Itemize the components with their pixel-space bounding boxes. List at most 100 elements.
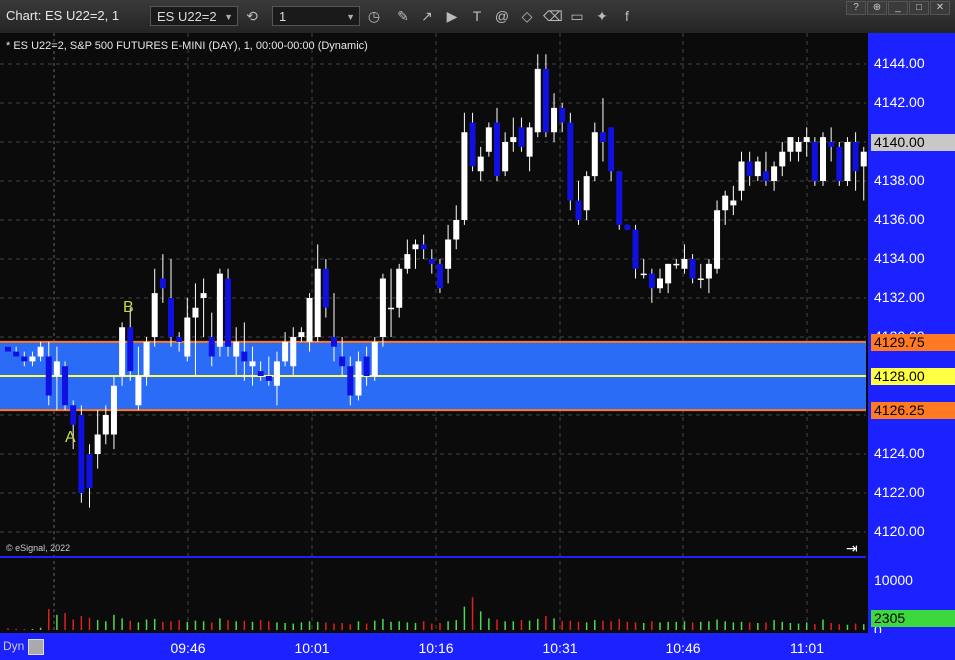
candle-body — [322, 268, 329, 308]
price-tick-label: 4134.00 — [874, 250, 925, 266]
candle-body — [184, 317, 191, 357]
candle-body — [697, 278, 704, 280]
candle-body — [94, 434, 101, 454]
candle-body — [860, 151, 867, 167]
candle-body — [575, 200, 582, 220]
candle-body — [216, 273, 223, 347]
price-tick-label: 4124.00 — [874, 445, 925, 461]
price-tick-label: 4144.00 — [874, 55, 925, 71]
candle-body — [673, 263, 680, 266]
candle-body — [722, 195, 729, 211]
candle-body — [648, 273, 655, 289]
candle-body — [844, 142, 851, 181]
candle-body — [485, 127, 492, 152]
candle-body — [754, 161, 761, 177]
price-tick-label: 4120.00 — [874, 523, 925, 539]
candle-body — [828, 142, 835, 147]
candle-body — [208, 337, 215, 357]
plot-background — [0, 33, 866, 555]
candle-body — [599, 132, 606, 142]
candle-body — [282, 341, 289, 362]
price-tick-label: 4142.00 — [874, 94, 925, 110]
candle-body — [657, 278, 663, 289]
volume-tag: 2305 — [871, 610, 955, 627]
candle-body — [591, 132, 598, 177]
candle-body — [21, 356, 28, 362]
candle-body — [119, 327, 126, 376]
candle-body — [730, 200, 737, 206]
candle-body — [314, 268, 321, 337]
candle-body — [265, 376, 272, 381]
candle-body — [811, 142, 818, 181]
candle-body — [379, 278, 386, 337]
candle-body — [526, 127, 533, 157]
price-chart[interactable] — [0, 0, 955, 660]
chart-header: * ES U22=2, S&P 500 FUTURES E-MINI (DAY)… — [6, 40, 368, 52]
candle-body — [290, 337, 297, 367]
candle-body — [714, 210, 721, 269]
time-tick-label: 10:46 — [665, 640, 701, 656]
candle-body — [787, 137, 794, 152]
candle-body — [665, 263, 672, 284]
candle-body — [746, 161, 753, 177]
price-tag: 4129.75 — [871, 333, 955, 351]
candle-body — [453, 220, 460, 240]
annotation-label-b: B — [123, 299, 134, 316]
candle-body — [127, 327, 134, 372]
candle-body — [273, 361, 280, 386]
candle-body — [510, 137, 517, 142]
exit-icon[interactable]: ⇥ — [846, 540, 858, 557]
candle-body — [551, 107, 558, 133]
candle-body — [102, 415, 109, 435]
candle-body — [771, 166, 778, 181]
candle-body — [445, 239, 452, 269]
candle-body — [37, 346, 44, 357]
candle-body — [396, 268, 403, 308]
candle-body — [135, 376, 142, 406]
candle-body — [779, 151, 786, 167]
candle-body — [705, 263, 712, 279]
candle-body — [388, 307, 395, 310]
candle-body — [200, 293, 207, 298]
copyright-text: © eSignal, 2022 — [6, 543, 71, 553]
candle-body — [738, 161, 745, 191]
candle-body — [640, 273, 647, 276]
candle-body — [78, 415, 85, 493]
candle-body — [632, 229, 639, 269]
candle-body — [559, 107, 566, 123]
candle-body — [306, 298, 313, 342]
time-tick-label: 10:31 — [542, 640, 578, 656]
candle-body — [836, 146, 843, 181]
time-tick-label: 10:01 — [294, 640, 330, 656]
candle-body — [298, 332, 305, 337]
candle-body — [331, 337, 337, 347]
candle-body — [225, 278, 232, 347]
time-tick-label: 11:01 — [790, 640, 824, 656]
candle-body — [762, 171, 769, 181]
price-tick-label: 4132.00 — [874, 289, 925, 305]
candle-body — [469, 122, 476, 167]
candle-body — [363, 356, 370, 376]
candle-body — [192, 307, 199, 318]
candle-body — [583, 176, 590, 211]
candle-body — [143, 341, 150, 376]
candle-body — [518, 127, 525, 147]
annotation-label-a: A — [65, 429, 76, 446]
dyn-toggle[interactable] — [28, 639, 44, 655]
candle-body — [412, 244, 419, 250]
candle-body — [428, 259, 435, 264]
price-tick-label: 4138.00 — [874, 172, 925, 188]
candle-body — [616, 171, 623, 225]
price-tag: 4140.00 — [871, 134, 955, 151]
candle-body — [176, 337, 183, 342]
candle-body — [461, 132, 468, 220]
candle-body — [53, 361, 60, 376]
candle-body — [502, 142, 509, 172]
candle-body — [624, 224, 631, 230]
candle-body — [62, 366, 69, 406]
candle-body — [681, 259, 688, 269]
dyn-label: Dyn — [3, 639, 25, 653]
candle-body — [852, 142, 859, 172]
candle-body — [159, 278, 166, 289]
candle-body — [70, 405, 77, 425]
